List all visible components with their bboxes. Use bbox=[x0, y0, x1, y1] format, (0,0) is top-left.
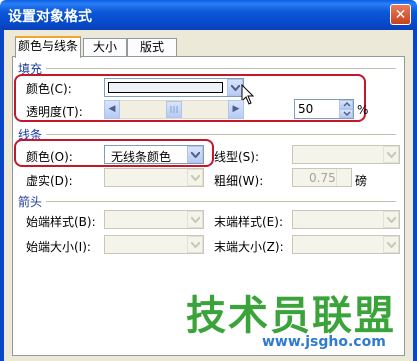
spin-down-button[interactable] bbox=[339, 109, 353, 118]
slider-left-button[interactable]: ◀ bbox=[104, 100, 120, 119]
chevron-down-icon bbox=[343, 111, 351, 117]
tab-label: 版式 bbox=[139, 40, 164, 54]
begin-size-label: 始端大小(I): bbox=[26, 240, 91, 254]
slider-thumb[interactable] bbox=[166, 101, 182, 118]
transparency-label: 透明度(T): bbox=[26, 105, 83, 119]
line-color-dropdown[interactable]: 无线条颜色 bbox=[104, 145, 204, 164]
line-separator bbox=[46, 134, 396, 135]
transparency-spinner[interactable]: 50 bbox=[294, 99, 354, 119]
spin-up-button[interactable] bbox=[339, 100, 353, 109]
dropdown-arrow-button[interactable] bbox=[383, 211, 399, 228]
chevron-right-icon: ▶ bbox=[232, 104, 240, 114]
fill-separator bbox=[46, 68, 396, 69]
dropdown-arrow-button[interactable] bbox=[187, 146, 203, 163]
end-size-label: 末端大小(Z): bbox=[214, 240, 284, 254]
fill-color-swatch bbox=[108, 82, 223, 93]
dash-label: 虚实(D): bbox=[26, 174, 73, 188]
tab-label: 大小 bbox=[92, 40, 117, 54]
arrows-separator bbox=[46, 201, 396, 202]
chevron-down-icon bbox=[191, 242, 200, 248]
slider-right-button[interactable]: ▶ bbox=[228, 100, 244, 119]
chevron-down-icon bbox=[191, 175, 200, 181]
dropdown-arrow-button[interactable] bbox=[383, 236, 399, 253]
end-style-dropdown[interactable] bbox=[292, 210, 400, 229]
chevron-down-icon bbox=[387, 217, 396, 223]
arrows-section-label: 箭头 bbox=[18, 195, 43, 209]
transparency-unit: % bbox=[357, 103, 369, 117]
tab-layout[interactable]: 版式 bbox=[127, 38, 177, 57]
line-style-label: 线型(S): bbox=[214, 150, 260, 164]
chevron-down-icon bbox=[387, 242, 396, 248]
dropdown-arrow-button[interactable] bbox=[383, 146, 399, 163]
watermark-logo: 技术员联盟 bbox=[186, 293, 396, 339]
fill-color-dropdown[interactable] bbox=[104, 78, 244, 97]
begin-size-dropdown[interactable] bbox=[104, 235, 204, 254]
weight-spin-buttons[interactable] bbox=[336, 169, 351, 186]
chevron-down-icon bbox=[191, 152, 200, 158]
chevron-down-icon bbox=[387, 152, 396, 158]
fill-color-label: 颜色(C): bbox=[26, 82, 72, 96]
line-color-label: 颜色(O): bbox=[26, 150, 73, 164]
end-size-dropdown[interactable] bbox=[292, 235, 400, 254]
transparency-value: 50 bbox=[298, 102, 314, 116]
end-style-label: 末端样式(E): bbox=[214, 215, 283, 229]
dialog-title: 设置对象格式 bbox=[8, 9, 92, 25]
chevron-up-icon bbox=[343, 101, 351, 107]
weight-spinner[interactable]: 0.75 bbox=[292, 168, 352, 187]
weight-unit: 磅 bbox=[355, 174, 368, 188]
line-style-dropdown[interactable] bbox=[292, 145, 400, 164]
tab-label: 颜色与线条 bbox=[17, 39, 78, 53]
grip-icon bbox=[170, 106, 178, 113]
dropdown-arrow-button[interactable] bbox=[187, 211, 203, 228]
tab-size[interactable]: 大小 bbox=[83, 38, 127, 57]
close-button[interactable]: ✕ bbox=[390, 4, 411, 25]
dash-dropdown[interactable] bbox=[104, 168, 204, 187]
dropdown-arrow-button[interactable] bbox=[187, 236, 203, 253]
watermark-url: www.jsgho.com bbox=[262, 334, 386, 350]
chevron-left-icon: ◀ bbox=[108, 104, 116, 114]
close-icon: ✕ bbox=[394, 7, 407, 23]
chevron-down-icon bbox=[191, 217, 200, 223]
chevron-down-icon bbox=[231, 85, 240, 91]
dropdown-arrow-button[interactable] bbox=[187, 169, 203, 186]
line-color-value: 无线条颜色 bbox=[111, 150, 172, 164]
weight-label: 粗细(W): bbox=[214, 174, 264, 188]
begin-style-dropdown[interactable] bbox=[104, 210, 204, 229]
transparency-slider[interactable]: ◀ ▶ bbox=[104, 100, 244, 119]
tab-colors-and-lines[interactable]: 颜色与线条 bbox=[15, 36, 81, 58]
begin-style-label: 始端样式(B): bbox=[26, 215, 96, 229]
weight-value: 0.75 bbox=[309, 171, 336, 185]
